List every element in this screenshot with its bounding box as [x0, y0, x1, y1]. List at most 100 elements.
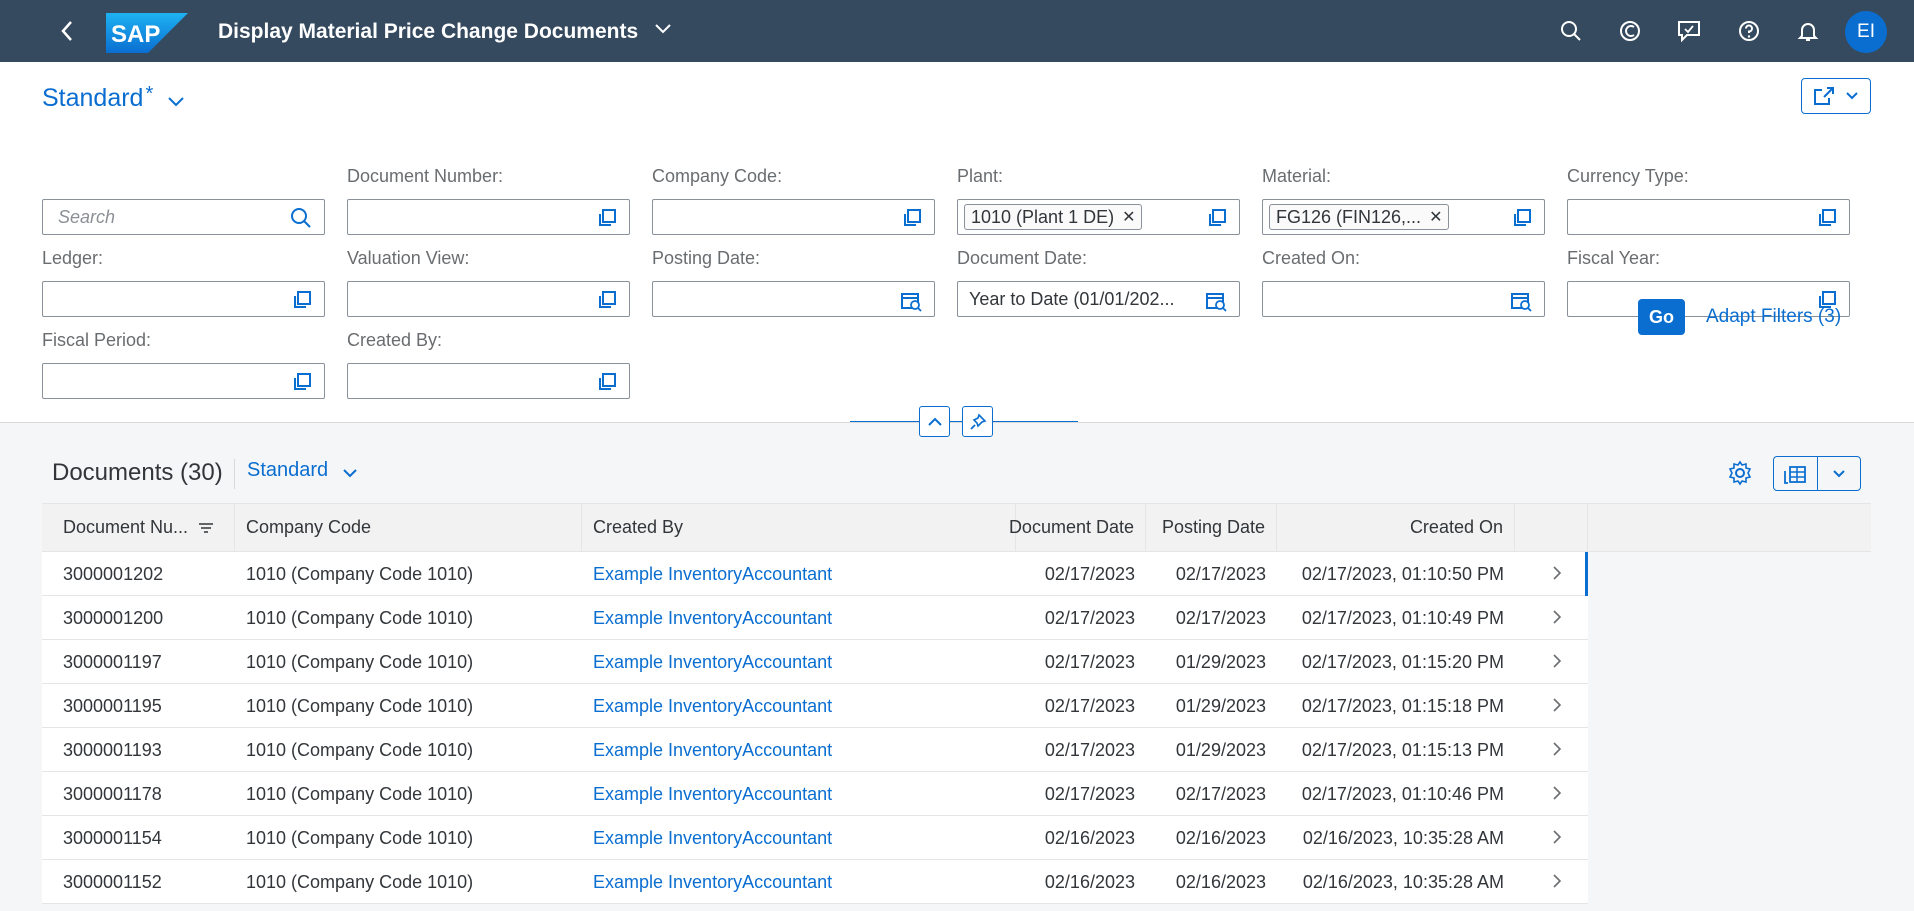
cell-document-date: 02/17/2023 [1044, 783, 1135, 804]
row-navigation-button[interactable] [1552, 653, 1562, 674]
column-header-document-number[interactable]: Document Nu... [42, 504, 235, 551]
created-on-field[interactable] [1262, 281, 1545, 317]
document-date-field[interactable]: Year to Date (01/01/202... [957, 281, 1240, 317]
row-navigation-button[interactable] [1552, 565, 1562, 586]
table-row[interactable]: 3000001195 1010 (Company Code 1010) Exampl… [42, 684, 1588, 728]
go-button[interactable]: Go [1638, 299, 1685, 335]
remove-token-icon[interactable]: ✕ [1122, 207, 1135, 227]
cell-document-number: 3000001193 [63, 739, 162, 760]
row-navigation-button[interactable] [1552, 741, 1562, 762]
joule-button[interactable] [1615, 16, 1645, 46]
help-button[interactable] [1734, 16, 1764, 46]
column-header-created-by[interactable]: Created By [582, 504, 1016, 551]
sap-logo[interactable]: SAP [106, 13, 188, 53]
cell-created-by[interactable]: Example InventoryAccountant [593, 552, 1003, 596]
cell-document-number: 3000001200 [63, 607, 164, 628]
row-navigation-button[interactable] [1552, 697, 1562, 718]
notifications-button[interactable] [1793, 16, 1823, 46]
row-navigation-button[interactable] [1552, 785, 1562, 806]
cell-created-on: 02/17/2023, 01:15:20 PM [1301, 651, 1504, 672]
export-main-button[interactable] [1774, 457, 1818, 490]
joule-icon [1620, 21, 1640, 41]
plant-field[interactable]: 1010 (Plant 1 DE) ✕ [957, 199, 1240, 235]
share-button[interactable] [1801, 78, 1871, 114]
adapt-filters-link[interactable]: Adapt Filters (3) [1706, 306, 1841, 328]
cell-posting-date: 01/29/2023 [1175, 739, 1266, 760]
variant-selector[interactable]: Standard * [42, 83, 185, 113]
table-row[interactable]: 3000001202 1010 (Company Code 1010) Exampl… [42, 552, 1588, 596]
ledger-field[interactable] [42, 281, 325, 317]
material-field[interactable]: FG126 (FIN126,... ✕ [1262, 199, 1545, 235]
fiscal-period-field[interactable] [42, 363, 325, 399]
title-menu-button[interactable] [654, 22, 672, 40]
column-header-company-code[interactable]: Company Code [235, 504, 582, 551]
chevron-down-icon [343, 468, 357, 477]
posting-date-field[interactable] [652, 281, 935, 317]
cell-created-on: 02/16/2023, 10:35:28 AM [1302, 827, 1504, 848]
value-help-icon [1514, 209, 1531, 226]
column-header-created-on[interactable]: Created On [1277, 504, 1515, 551]
cell-created-by[interactable]: Example InventoryAccountant [593, 816, 1003, 860]
currency-type-field[interactable] [1567, 199, 1850, 235]
cell-created-on: 02/16/2023, 10:35:28 AM [1302, 871, 1504, 892]
created-on-label: Created On: [1262, 248, 1361, 268]
value-help-icon [599, 373, 616, 390]
valuation-view-field[interactable] [347, 281, 630, 317]
pin-header-button[interactable] [962, 406, 993, 437]
cell-created-by[interactable]: Example InventoryAccountant [593, 684, 1003, 728]
cell-created-by[interactable]: Example InventoryAccountant [593, 640, 1003, 684]
remove-token-icon[interactable]: ✕ [1429, 207, 1442, 227]
cell-company-code: 1010 (Company Code 1010) [246, 871, 474, 892]
row-navigation-button[interactable] [1552, 829, 1562, 850]
chevron-right-icon [1553, 698, 1562, 712]
value-help-icon [599, 291, 616, 308]
search-button[interactable] [1556, 16, 1586, 46]
back-button[interactable] [52, 16, 82, 46]
table-row[interactable]: 3000001178 1010 (Company Code 1010) Exampl… [42, 772, 1588, 816]
cell-created-by[interactable]: Example InventoryAccountant [593, 772, 1003, 816]
column-header-document-date[interactable]: Document Date [1009, 504, 1146, 551]
notifications-icon [1797, 23, 1819, 41]
search-input[interactable]: Search [42, 199, 325, 235]
cell-created-by[interactable]: Example InventoryAccountant [593, 860, 1003, 904]
document-number-field[interactable] [347, 199, 630, 235]
cell-document-number: 3000001154 [63, 827, 162, 848]
table-row[interactable]: 3000001152 1010 (Company Code 1010) Exampl… [42, 860, 1588, 904]
table-row[interactable]: 3000001154 1010 (Company Code 1010) Exampl… [42, 816, 1588, 860]
table-row[interactable]: 3000001193 1010 (Company Code 1010) Exampl… [42, 728, 1588, 772]
collapse-header-button[interactable] [919, 406, 950, 437]
cell-company-code: 1010 (Company Code 1010) [246, 827, 474, 848]
cell-company-code: 1010 (Company Code 1010) [246, 739, 474, 760]
export-button[interactable] [1773, 456, 1861, 491]
plant-token-text: 1010 (Plant 1 DE) [971, 206, 1115, 227]
cell-created-by[interactable]: Example InventoryAccountant [593, 596, 1003, 640]
feedback-button[interactable] [1674, 16, 1704, 46]
column-header-label: Document Nu... [63, 517, 189, 537]
user-avatar[interactable]: EI [1845, 11, 1887, 53]
table-row[interactable]: 3000001197 1010 (Company Code 1010) Exampl… [42, 640, 1588, 684]
material-token[interactable]: FG126 (FIN126,... ✕ [1269, 204, 1450, 230]
plant-token[interactable]: 1010 (Plant 1 DE) ✕ [964, 204, 1143, 230]
table-row[interactable]: 3000001200 1010 (Company Code 1010) Exampl… [42, 596, 1588, 640]
cell-posting-date: 02/17/2023 [1175, 607, 1266, 628]
export-menu-button[interactable] [1818, 457, 1861, 490]
variant-modified-marker: * [145, 83, 154, 105]
cell-document-number: 3000001195 [63, 695, 162, 716]
app-title[interactable]: Display Material Price Change Documents [218, 20, 638, 44]
cell-company-code: 1010 (Company Code 1010) [246, 783, 474, 804]
cell-document-date: 02/17/2023 [1044, 651, 1135, 672]
row-navigation-button[interactable] [1552, 609, 1562, 630]
created-by-field[interactable] [347, 363, 630, 399]
calendar-icon [1511, 293, 1532, 312]
table-settings-button[interactable] [1727, 460, 1753, 491]
shell-bar: SAP Display Material Price Change Docume… [0, 0, 1914, 62]
cell-document-date: 02/17/2023 [1044, 695, 1135, 716]
row-navigation-button[interactable] [1552, 873, 1562, 894]
table-variant-selector[interactable]: Standard [247, 459, 358, 482]
chevron-right-icon [1553, 742, 1562, 756]
cell-created-by[interactable]: Example InventoryAccountant [593, 728, 1003, 772]
column-header-posting-date[interactable]: Posting Date [1146, 504, 1277, 551]
cell-company-code: 1010 (Company Code 1010) [246, 563, 474, 584]
company-code-field[interactable] [652, 199, 935, 235]
cell-posting-date: 01/29/2023 [1175, 695, 1266, 716]
